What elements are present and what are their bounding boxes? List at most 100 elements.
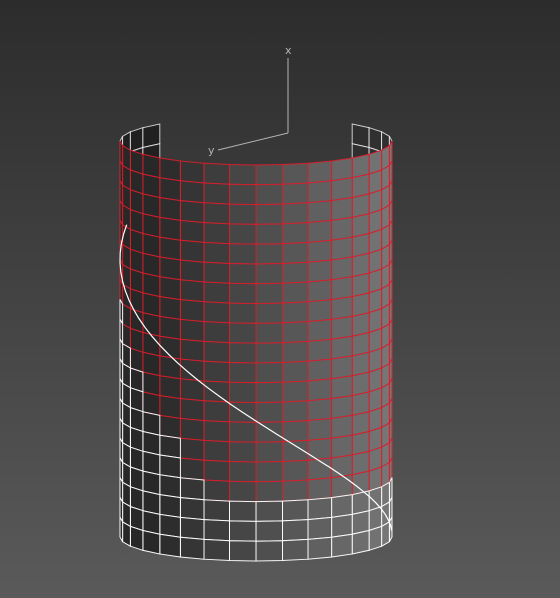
- mesh-face-front[interactable]: [203, 202, 230, 225]
- mesh-face-front[interactable]: [159, 355, 181, 380]
- mesh-face-front[interactable]: [307, 477, 333, 501]
- mesh-face-front[interactable]: [203, 479, 230, 502]
- mesh-face-front[interactable]: [159, 375, 181, 400]
- mesh-face-front[interactable]: [159, 494, 181, 518]
- mesh-face-front[interactable]: [159, 216, 181, 241]
- mesh-face-front[interactable]: [307, 239, 333, 263]
- mesh-face-front[interactable]: [179, 437, 205, 461]
- mesh-face-front[interactable]: [229, 223, 257, 245]
- mesh-face-front[interactable]: [282, 400, 309, 423]
- mesh-face-front[interactable]: [255, 342, 283, 364]
- mesh-face-front[interactable]: [229, 361, 257, 384]
- mesh-face-front[interactable]: [203, 261, 230, 284]
- mesh-face-front[interactable]: [255, 520, 283, 542]
- mesh-face-front[interactable]: [307, 417, 333, 441]
- mesh-face-front[interactable]: [179, 318, 205, 342]
- 3d-viewport[interactable]: x y: [0, 0, 560, 598]
- mesh-face-front[interactable]: [307, 437, 333, 461]
- mesh-face-front[interactable]: [159, 533, 181, 558]
- mesh-face-front[interactable]: [282, 281, 309, 304]
- mesh-face-front[interactable]: [119, 516, 124, 542]
- mesh-face-front[interactable]: [159, 434, 181, 459]
- mesh-face-front[interactable]: [282, 479, 309, 502]
- mesh-face-front[interactable]: [282, 499, 309, 522]
- mesh-face-front[interactable]: [351, 529, 370, 555]
- mesh-face-front[interactable]: [203, 400, 230, 423]
- mesh-face-front[interactable]: [331, 177, 353, 202]
- mesh-face-front[interactable]: [159, 157, 181, 182]
- mesh-face-front[interactable]: [203, 380, 230, 403]
- mesh-face-front[interactable]: [159, 414, 181, 439]
- mesh-face-front[interactable]: [203, 499, 230, 522]
- mesh-face-front[interactable]: [331, 513, 353, 538]
- mesh-face-front[interactable]: [331, 533, 353, 558]
- mesh-face-front[interactable]: [331, 414, 353, 439]
- mesh-face-front[interactable]: [229, 243, 257, 265]
- mesh-face-front[interactable]: [159, 197, 181, 221]
- mesh-face-front[interactable]: [179, 417, 205, 441]
- mesh-face-front[interactable]: [307, 299, 333, 323]
- mesh-face-front[interactable]: [282, 222, 309, 245]
- mesh-face-front[interactable]: [179, 279, 205, 303]
- mesh-face-front[interactable]: [255, 441, 283, 463]
- mesh-face-front[interactable]: [282, 420, 309, 443]
- mesh-face-front[interactable]: [179, 497, 205, 521]
- mesh-face-front[interactable]: [255, 421, 283, 443]
- mesh-face-front[interactable]: [255, 401, 283, 423]
- mesh-face-front[interactable]: [331, 296, 353, 320]
- mesh-face-front[interactable]: [255, 540, 283, 562]
- mesh-face-front[interactable]: [203, 538, 230, 562]
- mesh-face-front[interactable]: [381, 521, 390, 548]
- mesh-face-front[interactable]: [229, 282, 257, 305]
- mesh-face-front[interactable]: [203, 182, 230, 205]
- mesh-face-front[interactable]: [179, 160, 205, 184]
- mesh-face-front[interactable]: [331, 474, 353, 499]
- mesh-face-front[interactable]: [159, 395, 181, 419]
- mesh-face-front[interactable]: [179, 239, 205, 263]
- mesh-face-front[interactable]: [203, 459, 230, 482]
- mesh-face-front[interactable]: [282, 202, 309, 225]
- mesh-face-front[interactable]: [331, 256, 353, 281]
- mesh-face-front[interactable]: [229, 441, 257, 463]
- mesh-face-front[interactable]: [203, 241, 230, 265]
- mesh-face-front[interactable]: [229, 302, 257, 324]
- mesh-face-front[interactable]: [203, 340, 230, 364]
- mesh-face-front[interactable]: [179, 200, 205, 224]
- mesh-face-front[interactable]: [255, 163, 283, 186]
- mesh-face-front[interactable]: [282, 321, 309, 344]
- viewport-canvas[interactable]: x y: [0, 0, 560, 598]
- mesh-face-front[interactable]: [203, 301, 230, 324]
- mesh-face-front[interactable]: [331, 335, 353, 360]
- mesh-face-front[interactable]: [159, 474, 181, 499]
- mesh-face-front[interactable]: [122, 521, 131, 548]
- mesh-face-front[interactable]: [229, 500, 257, 522]
- mesh-face-front[interactable]: [331, 315, 353, 340]
- mesh-face-front[interactable]: [331, 375, 353, 400]
- mesh-face-front[interactable]: [331, 355, 353, 380]
- mesh-face-front[interactable]: [229, 480, 257, 503]
- mesh-face-front[interactable]: [255, 262, 283, 285]
- mesh-face-front[interactable]: [307, 160, 333, 184]
- mesh-face-front[interactable]: [282, 162, 309, 185]
- mesh-face-front[interactable]: [331, 236, 353, 261]
- mesh-face-front[interactable]: [179, 180, 205, 204]
- mesh-face-front[interactable]: [229, 183, 257, 206]
- mesh-face-front[interactable]: [307, 259, 333, 283]
- mesh-face-front[interactable]: [159, 236, 181, 261]
- mesh-face-front[interactable]: [229, 203, 257, 225]
- mesh-face-front[interactable]: [179, 299, 205, 323]
- mesh-face-front[interactable]: [159, 513, 181, 538]
- mesh-face-front[interactable]: [229, 520, 257, 542]
- mesh-face-front[interactable]: [282, 261, 309, 284]
- mesh-face-front[interactable]: [282, 519, 309, 542]
- mesh-face-front[interactable]: [179, 536, 205, 560]
- mesh-face-front[interactable]: [307, 516, 333, 540]
- mesh-face-front[interactable]: [307, 378, 333, 402]
- mesh-face-front[interactable]: [179, 358, 205, 382]
- mesh-face-front[interactable]: [179, 338, 205, 362]
- mesh-face-front[interactable]: [282, 340, 309, 364]
- mesh-face-front[interactable]: [203, 519, 230, 542]
- mesh-face-front[interactable]: [255, 243, 283, 265]
- mesh-face-front[interactable]: [282, 241, 309, 265]
- mesh-face-front[interactable]: [159, 276, 181, 301]
